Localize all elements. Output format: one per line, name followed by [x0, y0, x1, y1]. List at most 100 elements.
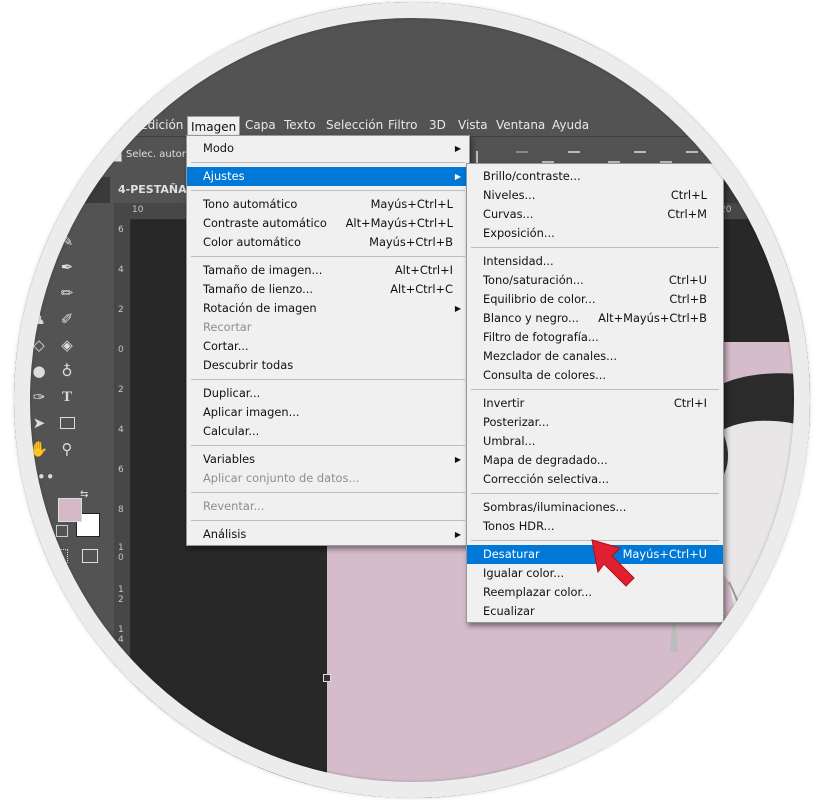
menu-item-recortar: Recortar — [187, 318, 469, 337]
quick-selection-tool-icon[interactable]: ✎ — [56, 231, 78, 251]
menu-item-invertir[interactable]: Invertir Ctrl+I — [467, 394, 723, 413]
quick-mask-icon[interactable] — [52, 549, 68, 563]
crop-tool-icon[interactable]: ⌗ — [28, 257, 50, 277]
menu-edicion[interactable]: Edición — [140, 118, 183, 132]
blur-tool-icon[interactable]: ● — [28, 361, 50, 381]
auto-select-checkbox[interactable]: ✓ — [110, 150, 122, 162]
menu-item-sombras-iluminaciones[interactable]: Sombras/iluminaciones... — [467, 498, 723, 517]
menu-item-variables[interactable]: Variables ▶ — [187, 450, 469, 469]
menu-item-aplicar-imagen[interactable]: Aplicar imagen... — [187, 403, 469, 422]
menu-item-shortcut: Ctrl+L — [670, 188, 707, 202]
menu-item-rotacion-de-imagen[interactable]: Rotación de imagen ▶ — [187, 299, 469, 318]
menu-item-exposicion[interactable]: Exposición... — [467, 224, 723, 243]
menu-separator — [191, 378, 465, 380]
eyedropper-tool-icon[interactable]: ✒ — [56, 257, 78, 277]
menu-item-analisis[interactable]: Análisis ▶ — [187, 525, 469, 544]
menu-item-consulta-de-colores[interactable]: Consulta de colores... — [467, 366, 723, 385]
ruler-left-number: 4 — [118, 425, 124, 435]
align-middle-icon[interactable] — [542, 151, 554, 163]
menu-item-descubrir-todas[interactable]: Descubrir todas — [187, 356, 469, 375]
default-colors-icon[interactable] — [56, 525, 68, 537]
menu-filtro[interactable]: Filtro — [388, 118, 417, 132]
move-tool-icon[interactable]: ✥ — [28, 205, 50, 225]
ruler-left-number: 0 — [118, 345, 124, 355]
menu-item-tamano-de-imagen[interactable]: Tamaño de imagen... Alt+Ctrl+I — [187, 261, 469, 280]
menu-item-label: Tamaño de imagen... — [203, 263, 323, 277]
menu-item-label: Posterizar... — [483, 415, 550, 429]
menu-item-ajustes[interactable]: Ajustes ▶ — [187, 167, 469, 186]
zoom-tool-icon[interactable]: ⚲ — [56, 439, 78, 459]
menu-item-calcular[interactable]: Calcular... — [187, 422, 469, 441]
menu-item-duplicar[interactable]: Duplicar... — [187, 384, 469, 403]
menu-seleccion[interactable]: Selección — [326, 118, 383, 132]
menu-item-aplicar-conjunto-de-datos: Aplicar conjunto de datos... — [187, 469, 469, 488]
menu-item-tono-saturacion[interactable]: Tono/saturación... Ctrl+U — [467, 271, 723, 290]
foreground-color-swatch[interactable] — [58, 498, 82, 522]
healing-brush-tool-icon[interactable]: ✚ — [28, 283, 50, 303]
menu-imagen[interactable]: Imagen — [187, 116, 241, 137]
brush-tool-icon[interactable]: ✏ — [56, 283, 78, 303]
align-icon[interactable] — [476, 151, 488, 163]
transform-handle[interactable] — [323, 674, 331, 682]
lasso-tool-icon[interactable]: ◌ — [28, 231, 50, 251]
menu-texto[interactable]: Texto — [284, 118, 316, 132]
more-tools-icon[interactable]: ••• — [28, 467, 55, 487]
path-selection-tool-icon[interactable]: ➤ — [28, 413, 50, 433]
ruler-left-number: 1 4 — [118, 625, 124, 645]
menu-item-label: Blanco y negro... — [483, 311, 579, 325]
pen-tool-icon[interactable]: ✑ — [28, 387, 50, 407]
clone-stamp-tool-icon[interactable]: ♟ — [28, 309, 50, 329]
menu-item-label: Igualar color... — [483, 566, 565, 580]
distribute-middle-icon[interactable] — [634, 151, 646, 163]
menu-item-shortcut: Ctrl+M — [667, 207, 707, 221]
menu-item-brillo-contraste[interactable]: Brillo/contraste... — [467, 167, 723, 186]
submenu-arrow-icon: ▶ — [454, 455, 461, 464]
type-tool-icon[interactable]: T — [56, 387, 78, 407]
menu-item-tono-automatico[interactable]: Tono automático Mayús+Ctrl+L — [187, 195, 469, 214]
distribute-top-icon[interactable] — [608, 151, 620, 163]
menu-separator — [191, 161, 465, 163]
menu-item-color-automatico[interactable]: Color automático Mayús+Ctrl+B — [187, 233, 469, 252]
menu-item-intensidad[interactable]: Intensidad... — [467, 252, 723, 271]
hand-tool-icon[interactable]: ✋ — [28, 439, 50, 459]
ruler-left-number: 8 — [118, 505, 124, 515]
menu-item-modo[interactable]: Modo ▶ — [187, 139, 469, 158]
menu-ayuda[interactable]: Ayuda — [552, 118, 589, 132]
menu-item-filtro-de-fotografia[interactable]: Filtro de fotografía... — [467, 328, 723, 347]
menu-capa[interactable]: Capa — [245, 118, 276, 132]
menu-vista[interactable]: Vista — [458, 118, 488, 132]
menu-item-label: Cortar... — [203, 339, 249, 353]
screen-mode-icon[interactable] — [82, 549, 98, 563]
menu-item-mapa-de-degradado[interactable]: Mapa de degradado... — [467, 451, 723, 470]
menu-separator — [191, 255, 465, 257]
history-brush-tool-icon[interactable]: ✐ — [56, 309, 78, 329]
paint-bucket-tool-icon[interactable]: ◈ — [56, 335, 78, 355]
menu-item-posterizar[interactable]: Posterizar... — [467, 413, 723, 432]
menu-ventana[interactable]: Ventana — [496, 118, 545, 132]
marquee-tool-icon[interactable] — [56, 205, 78, 225]
menu-item-ecualizar[interactable]: Ecualizar — [467, 602, 723, 621]
menu-item-label: Reemplazar color... — [483, 585, 593, 599]
menu-item-tamano-de-lienzo[interactable]: Tamaño de lienzo... Alt+Ctrl+C — [187, 280, 469, 299]
menu-3d[interactable]: 3D — [429, 118, 446, 132]
menu-item-shortcut: Alt+Mayús+Ctrl+L — [345, 216, 453, 230]
menu-item-correccion-selectiva[interactable]: Corrección selectiva... — [467, 470, 723, 489]
menu-item-blanco-y-negro[interactable]: Blanco y negro... Alt+Mayús+Ctrl+B — [467, 309, 723, 328]
menu-item-label: Color automático — [203, 235, 301, 249]
distribute-bottom-icon[interactable] — [660, 151, 672, 163]
eraser-tool-icon[interactable]: ◇ — [28, 335, 50, 355]
menu-item-niveles[interactable]: Niveles... Ctrl+L — [467, 186, 723, 205]
ruler-left-number: 2 — [118, 385, 124, 395]
menu-item-label: Reventar... — [203, 499, 265, 513]
menu-item-mezclador-de-canales[interactable]: Mezclador de canales... — [467, 347, 723, 366]
menu-item-cortar[interactable]: Cortar... — [187, 337, 469, 356]
menu-item-contraste-automatico[interactable]: Contraste automático Alt+Mayús+Ctrl+L — [187, 214, 469, 233]
menu-item-label: Tono/saturación... — [483, 273, 584, 287]
menu-item-equilibrio-de-color[interactable]: Equilibrio de color... Ctrl+B — [467, 290, 723, 309]
dodge-tool-icon[interactable]: ♁ — [56, 361, 78, 381]
menu-item-curvas[interactable]: Curvas... Ctrl+M — [467, 205, 723, 224]
menu-item-tonos-hdr[interactable]: Tonos HDR... — [467, 517, 723, 536]
auto-select-label: Selec. autom. — [126, 149, 195, 160]
rectangle-tool-icon[interactable] — [56, 413, 78, 433]
menu-item-umbral[interactable]: Umbral... — [467, 432, 723, 451]
